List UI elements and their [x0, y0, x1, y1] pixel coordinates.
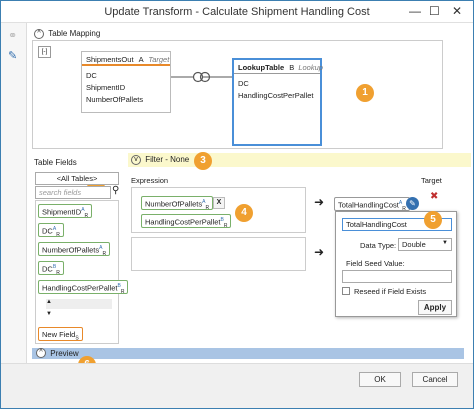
ok-button[interactable]: OK: [359, 372, 401, 387]
source-table-role: Target: [148, 55, 170, 64]
field-chip[interactable]: ShipmentIDAR: [38, 204, 93, 219]
source-field[interactable]: NumberOfPallets: [82, 93, 170, 105]
join-connector[interactable]: [171, 69, 233, 85]
table-fields-panel: <All Tables> search fields ⚲ ShipmentIDA…: [32, 167, 129, 345]
assign-arrow-icon: ➜: [314, 195, 325, 209]
callout-1: 1: [356, 84, 374, 102]
title-bar: Update Transform - Calculate Shipment Ha…: [1, 1, 473, 23]
collapse-mapping-icon[interactable]: ^: [34, 29, 44, 39]
source-table-name: ShipmentsOut: [86, 55, 134, 64]
pencil-icon[interactable]: ✎: [8, 49, 17, 62]
field-chip[interactable]: DCAR: [38, 223, 64, 238]
maximize-button[interactable]: ☐: [429, 4, 440, 18]
close-button[interactable]: ✕: [452, 4, 462, 18]
field-seed-input[interactable]: [342, 270, 452, 283]
filter-bar[interactable]: v Filter - None: [128, 153, 471, 167]
table-fields-header: Table Fields: [34, 158, 77, 167]
field-seed-label: Field Seed Value:: [346, 259, 405, 268]
apply-button[interactable]: Apply: [418, 300, 452, 315]
callout-4: 4: [235, 204, 253, 222]
field-chip[interactable]: NumberOfPalletsAR: [38, 242, 111, 257]
table-filter-dropdown[interactable]: <All Tables>: [35, 172, 119, 185]
left-rail: ⚭ ✎: [1, 23, 27, 363]
link-icon[interactable]: ⚭: [8, 29, 17, 42]
expression-box-1[interactable]: NumberOfPalletsAR X HandlingCostPerPalle…: [131, 187, 306, 233]
fields-list: ShipmentIDAR DCAR NumberOfPalletsAR DCBR…: [35, 200, 129, 344]
lookup-table-header: LookupTable B Lookup: [234, 60, 323, 74]
lookup-field[interactable]: DC: [234, 77, 320, 89]
lookup-table-name: LookupTable: [238, 63, 285, 72]
reseed-checkbox[interactable]: [342, 287, 350, 295]
cancel-button[interactable]: Cancel: [412, 372, 458, 387]
edit-target-icon[interactable]: ✎: [406, 197, 419, 210]
dialog-footer: OK Cancel: [1, 363, 473, 408]
target-column-header: Target: [421, 176, 442, 185]
multiply-operator[interactable]: X: [213, 197, 225, 209]
lookup-field[interactable]: HandlingCostPerPallet: [234, 89, 320, 101]
lookup-table-role: Lookup: [298, 63, 323, 72]
source-field[interactable]: ShipmentID: [82, 81, 170, 93]
expression-box-2[interactable]: [131, 237, 306, 271]
data-type-select[interactable]: Double ▼: [398, 238, 452, 251]
source-field[interactable]: DC: [82, 69, 170, 81]
data-type-label: Data Type:: [360, 241, 397, 250]
callout-5: 5: [424, 211, 442, 229]
scroll-up-icon[interactable]: ▲: [46, 299, 52, 305]
table-mapping-label: Table Mapping: [48, 29, 101, 39]
table-mapping-canvas: [-] ShipmentsOut A Target DC ShipmentID …: [32, 40, 443, 149]
delete-expression-icon[interactable]: ✖: [430, 191, 438, 202]
dialog-window: Update Transform - Calculate Shipment Ha…: [0, 0, 474, 409]
search-icon[interactable]: ⚲: [112, 185, 119, 196]
chevron-down-icon[interactable]: ▼: [442, 240, 448, 246]
filter-label: Filter - None: [145, 154, 190, 164]
expression-chip[interactable]: NumberOfPalletsAR: [141, 196, 214, 211]
expand-preview-icon[interactable]: ^: [36, 348, 46, 358]
expression-chip[interactable]: HandlingCostPerPalletBR: [141, 214, 232, 229]
reseed-label: Reseed if Field Exists: [354, 287, 427, 296]
search-fields-input[interactable]: search fields: [35, 186, 111, 199]
preview-label: Preview: [50, 348, 79, 358]
lookup-table-alias: B: [289, 63, 295, 72]
new-field-chip[interactable]: New FieldS: [38, 327, 83, 342]
target-field-chip[interactable]: TotalHandlingCostAR: [334, 197, 410, 212]
scroll-down-icon[interactable]: ▼: [46, 311, 112, 319]
window-title: Update Transform - Calculate Shipment Ha…: [104, 6, 370, 18]
fields-scrollbar[interactable]: ▲: [46, 299, 112, 309]
collapse-all-button[interactable]: [-]: [38, 46, 51, 58]
field-chip[interactable]: HandlingCostPerPalletBR: [38, 280, 129, 295]
preview-bar[interactable]: ^ Preview: [32, 348, 464, 359]
lookup-table-card[interactable]: LookupTable B Lookup DC HandlingCostPerP…: [232, 58, 323, 146]
field-chip[interactable]: DCBR: [38, 261, 64, 276]
source-table-card[interactable]: ShipmentsOut A Target DC ShipmentID Numb…: [81, 51, 171, 113]
source-table-header: ShipmentsOut A Target: [82, 52, 170, 66]
minimize-button[interactable]: —: [409, 4, 421, 18]
expression-column-header: Expression: [131, 176, 169, 185]
expand-filter-icon[interactable]: v: [131, 155, 141, 165]
assign-arrow-icon: ➜: [314, 245, 325, 259]
table-mapping-header[interactable]: ^ Table Mapping: [34, 29, 100, 39]
source-table-alias: A: [138, 55, 144, 64]
